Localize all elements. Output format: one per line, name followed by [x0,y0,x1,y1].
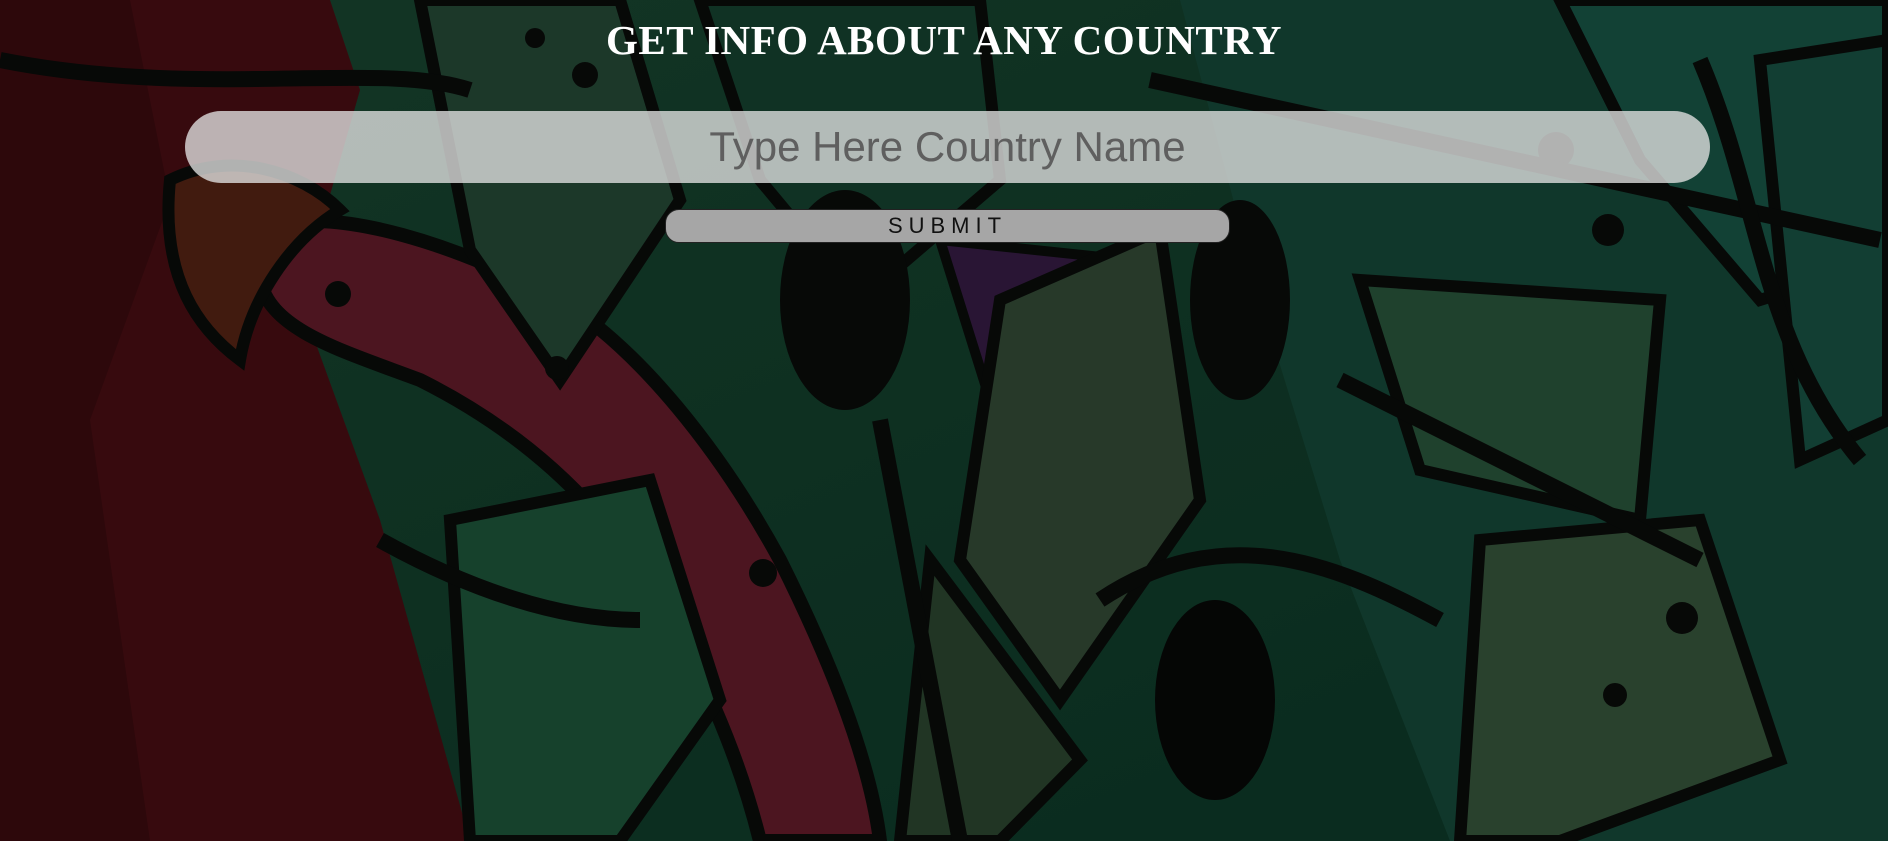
submit-button[interactable]: SUBMIT [665,209,1230,243]
country-search-input[interactable] [185,111,1710,183]
main-container: GET INFO ABOUT ANY COUNTRY SUBMIT [0,0,1888,841]
page-title: GET INFO ABOUT ANY COUNTRY [605,17,1283,63]
